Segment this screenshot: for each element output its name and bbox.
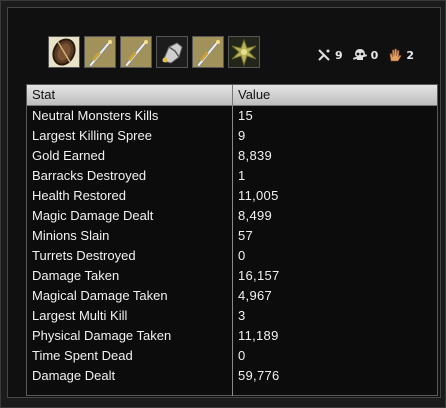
stat-value-cell: 4,967 bbox=[238, 288, 273, 303]
stat-value-cell: 15 bbox=[238, 108, 254, 123]
kda-summary: 9 0 2 bbox=[316, 45, 420, 65]
item-slots bbox=[48, 36, 260, 72]
hand-icon bbox=[387, 47, 403, 63]
stats-panel: 9 0 2 Stat Value Neutral Monsters Kills … bbox=[7, 7, 441, 398]
column-divider bbox=[232, 106, 233, 396]
assists-value: 2 bbox=[406, 48, 414, 62]
stat-name-cell: Turrets Destroyed bbox=[32, 248, 136, 263]
shield-item-icon[interactable] bbox=[48, 36, 80, 68]
stat-value-cell: 11,005 bbox=[238, 188, 279, 203]
stat-value-cell: 16,157 bbox=[238, 268, 280, 283]
stat-value-cell: 1 bbox=[238, 168, 246, 183]
stat-name-cell: Magical Damage Taken bbox=[32, 288, 168, 303]
stat-name-cell: Magic Damage Dealt bbox=[32, 208, 154, 223]
stat-name-cell: Largest Multi Kill bbox=[32, 308, 128, 323]
stats-table: Stat Value Neutral Monsters Kills 15 Large… bbox=[26, 84, 438, 396]
stat-name-cell: Neutral Monsters Kills bbox=[32, 108, 159, 123]
sword-item-icon[interactable] bbox=[192, 36, 224, 68]
stat-name-cell: Health Restored bbox=[32, 188, 126, 203]
stat-name-cell: Time Spent Dead bbox=[32, 348, 133, 363]
skull-icon bbox=[352, 47, 368, 63]
stat-name-cell: Physical Damage Taken bbox=[32, 328, 172, 343]
stat-value-cell: 11,189 bbox=[238, 328, 279, 343]
stat-value-cell: 0 bbox=[238, 248, 246, 263]
sword-item-icon[interactable] bbox=[84, 36, 116, 68]
stat-value-cell: 59,776 bbox=[238, 368, 280, 383]
stat-name-cell: Damage Dealt bbox=[32, 368, 116, 383]
sword-item-icon[interactable] bbox=[120, 36, 152, 68]
thornmail-item-icon[interactable] bbox=[228, 36, 260, 68]
stat-value-cell: 3 bbox=[238, 308, 246, 323]
gauntlet-item-icon[interactable] bbox=[156, 36, 188, 68]
stat-value-cell: 9 bbox=[238, 128, 246, 143]
stat-column-header[interactable]: Stat bbox=[27, 85, 232, 105]
stat-value-cell: 8,839 bbox=[238, 148, 273, 163]
table-body: Neutral Monsters Kills 15 Largest Killing … bbox=[27, 106, 437, 396]
stat-name-cell: Largest Killing Spree bbox=[32, 128, 152, 143]
stat-name-cell: Gold Earned bbox=[32, 148, 105, 163]
stat-name-cell: Damage Taken bbox=[32, 268, 120, 283]
deaths-value: 0 bbox=[370, 48, 379, 62]
stat-value-cell: 57 bbox=[238, 228, 254, 243]
stat-value-cell: 8,499 bbox=[238, 208, 273, 223]
kills-value: 9 bbox=[335, 48, 343, 62]
stats-window: 9 0 2 Stat Value Neutral Monsters Kills … bbox=[0, 0, 446, 408]
stat-value-cell: 0 bbox=[238, 348, 246, 363]
stat-name-cell: Minions Slain bbox=[32, 228, 110, 243]
value-column-header[interactable]: Value bbox=[232, 85, 437, 105]
kills-icon bbox=[316, 47, 332, 63]
stat-name-cell: Barracks Destroyed bbox=[32, 168, 147, 183]
table-header: Stat Value bbox=[27, 85, 437, 106]
